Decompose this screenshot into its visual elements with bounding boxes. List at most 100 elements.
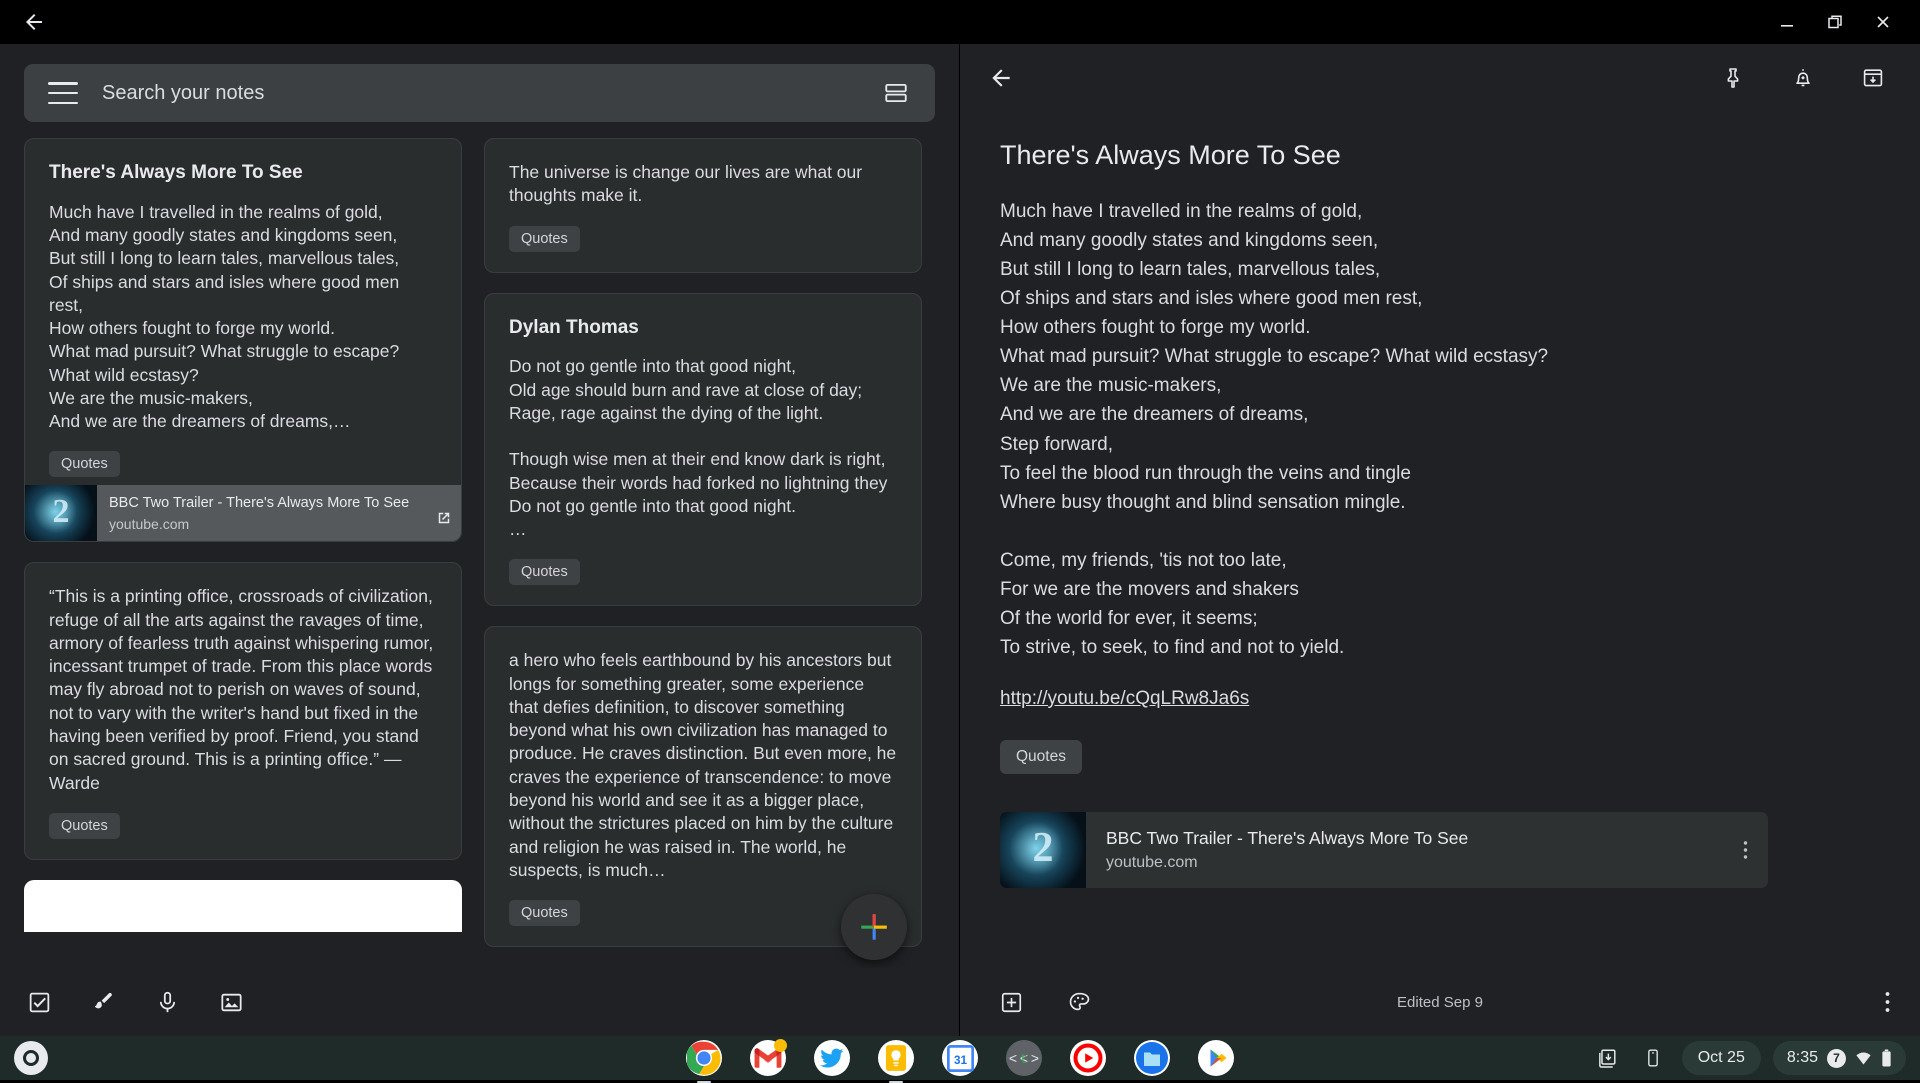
svg-text:>: > (1031, 1052, 1039, 1068)
notes-column-2: The universe is change our lives are wha… (484, 138, 922, 968)
svg-text:31: 31 (953, 1053, 967, 1066)
search-area: Search your notes (0, 44, 959, 132)
tray-time-text: 8:35 (1787, 1049, 1818, 1067)
note-label-chip[interactable]: Quotes (509, 226, 580, 252)
note-label-chip[interactable]: Quotes (49, 813, 120, 839)
status-tray-button[interactable]: 8:35 7 (1773, 1041, 1906, 1075)
microphone-glyph (155, 990, 180, 1015)
detail-body: There's Always More To See Much have I t… (960, 112, 1920, 968)
note-body: a hero who feels earthbound by his ances… (509, 649, 897, 882)
archive-icon[interactable] (1856, 61, 1890, 95)
twitter-icon[interactable] (814, 1040, 850, 1076)
brush-glyph (91, 990, 116, 1015)
tray-date-text: Oct 25 (1698, 1049, 1745, 1067)
note-link-preview[interactable]: BBC Two Trailer - There's Always More To… (25, 485, 461, 541)
tangent-icon[interactable]: < t > < (1006, 1040, 1042, 1076)
close-icon (1874, 13, 1892, 31)
chromeos-shelf: 31 < t > < (0, 1036, 1920, 1080)
note-card[interactable]: The universe is change our lives are wha… (484, 138, 922, 273)
notes-grid: There's Always More To See Much have I t… (0, 132, 959, 968)
maximize-button[interactable] (1822, 9, 1848, 35)
svg-text:t: t (1020, 1052, 1028, 1068)
plus-icon (857, 910, 891, 944)
note-label-chip[interactable]: Quotes (509, 900, 580, 926)
detail-url-link[interactable]: http://youtu.be/cQqLRw8Ja6s (1000, 688, 1249, 710)
detail-label-chip[interactable]: Quotes (1000, 740, 1082, 774)
svg-text:<: < (1009, 1052, 1017, 1068)
window-back-button[interactable] (14, 2, 54, 42)
color-palette-icon[interactable] (1062, 985, 1096, 1019)
palette-glyph (1067, 990, 1092, 1015)
calendar-icon[interactable]: 31 (942, 1040, 978, 1076)
keep-glyph (885, 1044, 907, 1072)
launcher-icon[interactable] (14, 1041, 48, 1075)
files-glyph (1135, 1041, 1169, 1075)
note-card[interactable]: “This is a printing office, crossroads o… (24, 562, 462, 859)
phone-hub-glyph (1643, 1048, 1663, 1068)
detail-header (960, 44, 1920, 112)
create-note-fab[interactable] (841, 894, 907, 960)
screen-capture-glyph (1596, 1047, 1618, 1069)
microphone-icon[interactable] (152, 987, 182, 1017)
detail-footer: Edited Sep 9 (960, 968, 1920, 1036)
arrow-left-icon (22, 10, 46, 34)
search-placeholder-text: Search your notes (102, 82, 881, 105)
gmail-badge (774, 1039, 787, 1052)
more-vertical-icon[interactable] (1722, 840, 1768, 860)
detail-link-card[interactable]: BBC Two Trailer - There's Always More To… (1000, 812, 1768, 888)
detail-link-host: youtube.com (1106, 854, 1722, 872)
open-external-icon[interactable] (427, 499, 461, 527)
note-body: Do not go gentle into that good night, O… (509, 355, 897, 541)
screen-capture-icon[interactable] (1590, 1041, 1624, 1075)
youtube-thumbnail (1000, 812, 1086, 888)
chrome-icon[interactable] (686, 1040, 722, 1076)
checkbox-list-icon[interactable] (24, 987, 54, 1017)
system-tray: Oct 25 8:35 7 (1590, 1041, 1920, 1075)
more-vertical-icon (1885, 991, 1890, 1013)
link-title: BBC Two Trailer - There's Always More To… (109, 495, 417, 513)
gmail-icon[interactable] (750, 1040, 786, 1076)
phone-hub-icon[interactable] (1636, 1041, 1670, 1075)
wifi-icon (1855, 1050, 1872, 1067)
close-button[interactable] (1870, 9, 1896, 35)
note-card-partial[interactable] (24, 880, 462, 932)
notification-count-badge: 7 (1827, 1049, 1846, 1068)
play-store-icon[interactable] (1198, 1040, 1234, 1076)
note-label-chip[interactable]: Quotes (509, 559, 580, 585)
detail-footer-actions (994, 985, 1096, 1019)
launcher-ring (23, 1050, 39, 1066)
list-view-icon[interactable] (881, 78, 911, 108)
add-box-glyph (999, 990, 1024, 1015)
notes-list-pane: Search your notes There's Always More To… (0, 44, 960, 1036)
search-input[interactable]: Search your notes (24, 64, 935, 122)
chrome-glyph (687, 1041, 721, 1075)
bell-plus-glyph (1791, 66, 1815, 90)
restore-icon (1826, 13, 1844, 31)
checkbox-list-glyph (27, 990, 52, 1015)
keep-icon[interactable] (878, 1040, 914, 1076)
note-body: Much have I travelled in the realms of g… (49, 201, 437, 434)
twitter-glyph (819, 1045, 845, 1071)
youtube-music-icon[interactable] (1070, 1040, 1106, 1076)
note-title: Dylan Thomas (509, 316, 897, 340)
detail-text[interactable]: Much have I travelled in the realms of g… (1000, 197, 1880, 662)
note-label-chip[interactable]: Quotes (49, 451, 120, 477)
note-card[interactable]: Dylan Thomas Do not go gentle into that … (484, 293, 922, 607)
pin-icon[interactable] (1716, 61, 1750, 95)
detail-back-button[interactable] (984, 61, 1018, 95)
pin-glyph (1721, 66, 1745, 90)
keep-app-window: Search your notes There's Always More To… (0, 44, 1920, 1036)
bell-plus-icon[interactable] (1786, 61, 1820, 95)
hamburger-menu-icon[interactable] (48, 82, 78, 104)
add-box-icon[interactable] (994, 985, 1028, 1019)
date-tray-button[interactable]: Oct 25 (1682, 1041, 1761, 1075)
files-icon[interactable] (1134, 1040, 1170, 1076)
image-icon[interactable] (216, 987, 246, 1017)
detail-header-actions (1716, 61, 1890, 95)
detail-title[interactable]: There's Always More To See (1000, 140, 1880, 171)
minimize-button[interactable] (1774, 9, 1800, 35)
detail-more-button[interactable] (1885, 991, 1890, 1013)
note-card[interactable]: There's Always More To See Much have I t… (24, 138, 462, 542)
archive-glyph (1861, 66, 1885, 90)
brush-icon[interactable] (88, 987, 118, 1017)
